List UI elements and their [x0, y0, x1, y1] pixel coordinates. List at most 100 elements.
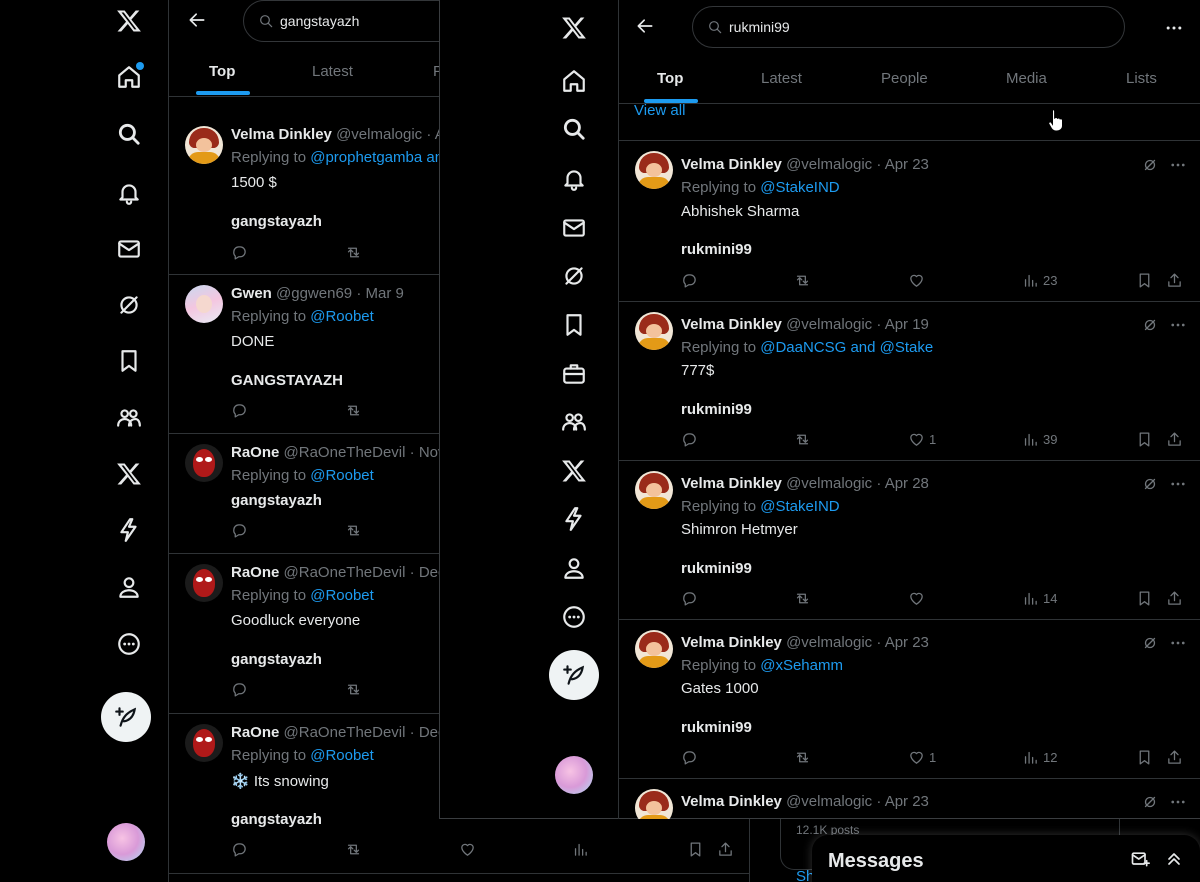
repost-button[interactable]: [345, 841, 362, 858]
tweet-handle[interactable]: @velmalogic: [786, 316, 872, 333]
avatar[interactable]: [635, 630, 673, 668]
tab-top[interactable]: Top: [209, 63, 235, 80]
more-options-icon[interactable]: [1169, 475, 1187, 493]
more-options-icon[interactable]: [1169, 156, 1187, 174]
home-icon[interactable]: [557, 64, 591, 98]
tweet[interactable]: Velma Dinkley @velmalogic · Apr 19 Reply…: [619, 302, 1200, 461]
grok-icon[interactable]: [1141, 475, 1159, 493]
mail-icon[interactable]: [112, 232, 146, 266]
repost-button[interactable]: [794, 749, 811, 766]
like-button[interactable]: 1: [908, 431, 936, 448]
reply-mention-link[interactable]: @Roobet: [310, 308, 374, 325]
tweet-handle[interactable]: @RaOneTheDevil: [284, 444, 406, 461]
tweet[interactable]: Velma Dinkley @velmalogic · Apr 23 Reply…: [619, 141, 1200, 302]
x-logo-icon[interactable]: [557, 11, 591, 45]
verified-orgs-icon[interactable]: [557, 502, 591, 536]
reply-button[interactable]: [681, 749, 698, 766]
tweet-date[interactable]: Apr 23: [885, 793, 929, 810]
messages-drawer[interactable]: Messages: [812, 835, 1200, 882]
back-arrow-icon[interactable]: [187, 10, 211, 34]
avatar[interactable]: [635, 471, 673, 509]
search-icon[interactable]: [557, 112, 591, 146]
more-options-icon[interactable]: [1164, 18, 1184, 38]
tab-latest[interactable]: Latest: [312, 63, 353, 80]
more-icon[interactable]: [557, 600, 591, 634]
grok-icon[interactable]: [1141, 634, 1159, 652]
tweet[interactable]: Velma Dinkley @velmalogic · Apr 23: [619, 779, 1200, 819]
views-button[interactable]: 23: [1022, 272, 1057, 289]
tweet-date[interactable]: Mar 9: [365, 285, 403, 302]
avatar[interactable]: [185, 126, 223, 164]
premium-icon[interactable]: [557, 454, 591, 488]
tweet-handle[interactable]: @RaOneTheDevil: [284, 564, 406, 581]
tweet-handle[interactable]: @ggwen69: [276, 285, 352, 302]
share-button[interactable]: [1166, 590, 1183, 607]
avatar[interactable]: [635, 312, 673, 350]
account-avatar[interactable]: [555, 756, 593, 794]
tweet-handle[interactable]: @velmalogic: [786, 475, 872, 492]
premium-icon[interactable]: [112, 457, 146, 491]
like-button[interactable]: [908, 590, 929, 607]
jobs-icon[interactable]: [557, 357, 591, 391]
compose-button[interactable]: [101, 692, 151, 742]
tweet-author-name[interactable]: Gwen: [231, 285, 272, 302]
views-button[interactable]: 14: [1022, 590, 1057, 607]
tweet-handle[interactable]: @velmalogic: [786, 156, 872, 173]
share-button[interactable]: [717, 841, 734, 858]
bookmark-button[interactable]: [1136, 749, 1153, 766]
repost-button[interactable]: [345, 681, 362, 698]
tweet-handle[interactable]: @RaOneTheDevil: [284, 724, 406, 741]
grok-icon[interactable]: [557, 259, 591, 293]
more-options-icon[interactable]: [1169, 793, 1187, 811]
tab-top[interactable]: Top: [657, 70, 683, 87]
reply-mention-link[interactable]: @Roobet: [310, 747, 374, 764]
mail-icon[interactable]: [557, 211, 591, 245]
tweet-author-name[interactable]: Velma Dinkley: [681, 316, 782, 333]
tweet-date[interactable]: Apr 28: [885, 475, 929, 492]
new-message-icon[interactable]: [1130, 849, 1150, 869]
bookmark-button[interactable]: [1136, 590, 1153, 607]
like-button[interactable]: [459, 841, 476, 858]
grok-icon[interactable]: [1141, 156, 1159, 174]
tweet[interactable]: Velma Dinkley @velmalogic · Apr 28 Reply…: [619, 461, 1200, 620]
reply-button[interactable]: [681, 431, 698, 448]
like-button[interactable]: [908, 272, 929, 289]
more-icon[interactable]: [112, 627, 146, 661]
bookmark-icon[interactable]: [557, 308, 591, 342]
repost-button[interactable]: [794, 272, 811, 289]
tweet-author-name[interactable]: Velma Dinkley: [681, 634, 782, 651]
tweet-handle[interactable]: @velmalogic: [786, 634, 872, 651]
share-button[interactable]: [1166, 431, 1183, 448]
reply-mention-link[interactable]: @Roobet: [310, 587, 374, 604]
like-button[interactable]: 1: [908, 749, 936, 766]
tab-people[interactable]: People: [881, 70, 928, 87]
share-button[interactable]: [1166, 749, 1183, 766]
reply-mention-link[interactable]: @prophetgamba an: [310, 149, 443, 166]
tweet-author-name[interactable]: Velma Dinkley: [681, 793, 782, 810]
reply-button[interactable]: [231, 522, 248, 539]
avatar[interactable]: [185, 564, 223, 602]
repost-button[interactable]: [345, 402, 362, 419]
views-button[interactable]: 12: [1022, 749, 1057, 766]
communities-icon[interactable]: [112, 401, 146, 435]
more-options-icon[interactable]: [1169, 316, 1187, 334]
repost-button[interactable]: [794, 590, 811, 607]
reply-button[interactable]: [681, 272, 698, 289]
repost-button[interactable]: [794, 431, 811, 448]
verified-orgs-icon[interactable]: [112, 513, 146, 547]
tweet-author-name[interactable]: RaOne: [231, 724, 279, 741]
compose-button[interactable]: [549, 650, 599, 700]
bookmark-button[interactable]: [1136, 272, 1153, 289]
profile-icon[interactable]: [557, 551, 591, 585]
avatar[interactable]: [635, 151, 673, 189]
home-icon[interactable]: [112, 60, 146, 94]
profile-icon[interactable]: [112, 570, 146, 604]
reply-mention-link[interactable]: @DaaNCSG and @Stake: [760, 339, 933, 356]
tweet-author-name[interactable]: Velma Dinkley: [681, 475, 782, 492]
bookmark-icon[interactable]: [112, 344, 146, 378]
avatar[interactable]: [185, 724, 223, 762]
avatar[interactable]: [635, 789, 673, 819]
tweet[interactable]: Velma Dinkley @velmalogic · Apr 23 Reply…: [619, 620, 1200, 779]
tweet-author-name[interactable]: RaOne: [231, 564, 279, 581]
tweet-author-name[interactable]: Velma Dinkley: [231, 126, 332, 143]
